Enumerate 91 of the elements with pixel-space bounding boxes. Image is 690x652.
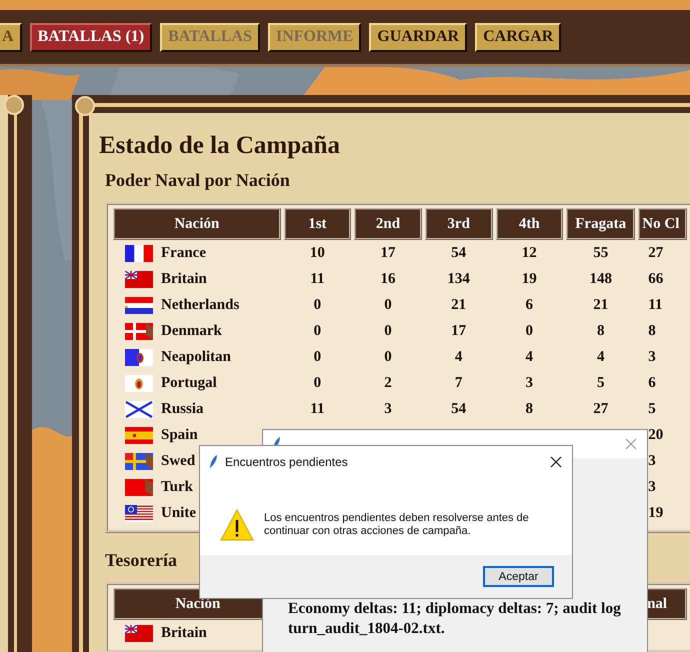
emblem-flag-icon [125, 348, 153, 366]
corner-ornament [4, 95, 24, 115]
table-cell: 19 [522, 270, 537, 286]
table-cell: 7 [454, 374, 462, 390]
table-cell: 134 [447, 270, 470, 286]
table-cell: 17 [380, 244, 396, 260]
stars-and-stripes-flag-icon [125, 504, 153, 522]
table-cell: 27 [648, 244, 664, 260]
table-cell: 4 [526, 348, 534, 364]
cross-flag-icon [125, 452, 153, 470]
nation-name: Britain [161, 624, 207, 642]
feather-icon [210, 455, 217, 469]
dialog-title: Encuentros pendientes [225, 455, 348, 469]
table-cell: 17 [451, 322, 466, 338]
table-cell: 11 [310, 400, 324, 416]
table-cell: 0 [314, 296, 322, 312]
warning-icon [220, 508, 254, 540]
nation-name: Neapolitan [161, 348, 232, 366]
nation-name: Spain [161, 426, 198, 444]
table-cell: 21 [593, 296, 608, 312]
toolbar-button[interactable]: BATALLAS (1) [30, 22, 152, 52]
dialog-message: Economy deltas: 11; diplomacy deltas: 7; audit log turn_audit_1804-02.txt. [288, 599, 622, 639]
close-icon[interactable] [550, 456, 562, 468]
table-cell: 4 [454, 348, 462, 364]
column-header: 4th [496, 208, 564, 240]
cross-flag-icon [125, 322, 153, 340]
table-cell: 0 [314, 348, 322, 364]
striped-flag-icon [125, 296, 153, 314]
table-cell: 6 [526, 296, 534, 312]
column-header: No Cl [638, 208, 687, 240]
table-cell: 11 [310, 270, 324, 286]
table-cell: 8 [648, 322, 656, 338]
nation-name: Netherlands [161, 296, 240, 314]
ok-button[interactable]: Aceptar [483, 566, 554, 587]
table-cell: 3 [648, 452, 656, 468]
table-cell: 5 [648, 400, 656, 416]
table-cell: 2 [384, 374, 392, 390]
table-cell: 54 [451, 244, 466, 260]
ensign-flag-icon [125, 624, 153, 642]
panel-title: Estado de la Campaña [99, 131, 342, 161]
column-header: 3rd [424, 208, 493, 240]
table-cell: 3 [648, 478, 656, 494]
table-cell: 21 [451, 296, 466, 312]
table-cell: 66 [648, 270, 664, 286]
table-cell: 0 [384, 296, 392, 312]
nation-name: Russia [161, 400, 204, 418]
table-cell: 0 [384, 322, 392, 338]
nation-name: Portugal [161, 374, 217, 392]
nation-name: France [161, 244, 206, 262]
table-cell: 0 [384, 348, 392, 364]
column-header: 1st [284, 208, 352, 240]
table-cell: 12 [522, 244, 537, 260]
nation-name: Unite [161, 504, 196, 522]
table-cell: 55 [593, 244, 608, 260]
table-cell: 8 [526, 400, 534, 416]
column-header: Nación [113, 208, 281, 240]
striped-flag-icon [125, 426, 153, 444]
section-heading: Tesorería [105, 549, 178, 572]
table-cell: 3 [384, 400, 392, 416]
dialog-message: Los encuentros pendientes deben resolverse antes de continuar con otras acciones de campaña. [264, 512, 530, 538]
ensign-flag-icon [125, 270, 153, 288]
table-cell: 10 [310, 244, 325, 260]
table-cell: 0 [314, 322, 322, 338]
table-cell: 0 [526, 322, 534, 338]
section-heading: Poder Naval por Nación [105, 169, 291, 192]
table-cell: 8 [596, 322, 604, 338]
table-cell: 0 [314, 374, 322, 390]
nation-name: Britain [161, 270, 207, 288]
table-cell: 20 [648, 426, 664, 442]
table-cell: 4 [596, 348, 604, 364]
table-cell: 16 [380, 270, 396, 286]
toolbar-button[interactable]: CARGAR [475, 22, 562, 52]
table-cell: 11 [648, 296, 662, 312]
table-cell: 3 [526, 374, 534, 390]
table-cell: 3 [648, 348, 656, 364]
saltire-flag-icon [125, 400, 153, 418]
table-cell: 148 [589, 270, 612, 286]
toolbar-button[interactable]: GUARDAR [369, 22, 468, 52]
flag-icon [125, 478, 153, 496]
table-cell: 6 [648, 374, 656, 390]
table-cell: 27 [593, 400, 608, 416]
nation-name: Turk [161, 478, 193, 496]
table-cell: 54 [451, 400, 466, 416]
emblem-flag-icon [125, 374, 153, 392]
table-cell: 19 [648, 504, 664, 520]
nation-name: Denmark [161, 322, 222, 340]
nation-name: Swed [161, 452, 196, 470]
table-cell: 5 [596, 374, 604, 390]
column-header: Fragata [566, 208, 636, 240]
tricolor-flag-icon [125, 244, 153, 262]
column-header: 2nd [354, 208, 422, 240]
